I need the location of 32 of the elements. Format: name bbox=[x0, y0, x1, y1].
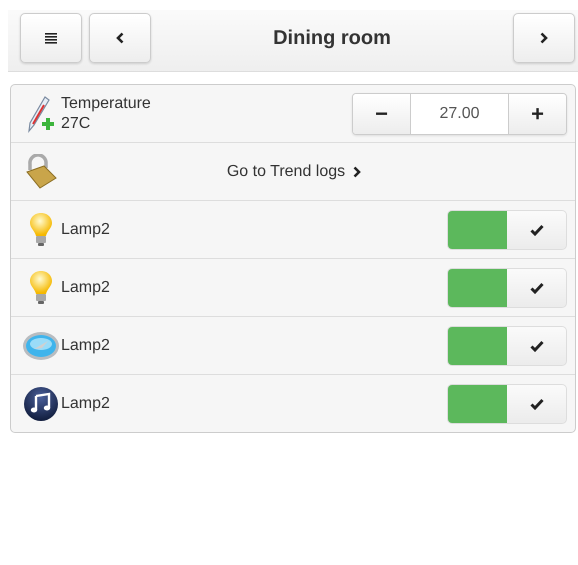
thermometer-icon bbox=[25, 94, 57, 132]
menu-icon bbox=[45, 32, 57, 44]
padlock-icon bbox=[24, 154, 58, 190]
toggle-switch[interactable] bbox=[447, 210, 567, 250]
sensor-label: Temperature bbox=[61, 94, 152, 114]
lightbulb-icon bbox=[29, 212, 53, 248]
chevron-left-icon bbox=[116, 32, 124, 44]
toggle-switch[interactable] bbox=[447, 268, 567, 308]
page-title: Dining room bbox=[272, 26, 392, 50]
checkmark-icon bbox=[530, 282, 544, 294]
trend-logs-link[interactable]: Go to Trend logs bbox=[226, 162, 362, 180]
toggle-switch[interactable] bbox=[447, 326, 567, 366]
device-name: Lamp2 bbox=[61, 278, 111, 296]
sensor-reading: 27C bbox=[61, 114, 92, 134]
toggle-switch[interactable] bbox=[447, 384, 567, 424]
value-input[interactable]: 27.00 bbox=[410, 94, 509, 134]
compass-icon bbox=[22, 330, 60, 360]
back-button[interactable] bbox=[89, 13, 151, 63]
checkmark-icon bbox=[530, 398, 544, 410]
decrement-button[interactable]: − bbox=[353, 94, 410, 134]
music-note-icon bbox=[22, 386, 60, 422]
checkmark-icon bbox=[530, 224, 544, 236]
chevron-right-icon bbox=[540, 32, 548, 44]
device-name: Lamp2 bbox=[61, 220, 111, 238]
device-name: Lamp2 bbox=[61, 394, 111, 412]
forward-button[interactable] bbox=[513, 13, 575, 63]
device-name: Lamp2 bbox=[61, 336, 111, 354]
checkmark-icon bbox=[530, 340, 544, 352]
increment-button[interactable]: + bbox=[509, 94, 566, 134]
lightbulb-icon bbox=[29, 270, 53, 306]
menu-button[interactable] bbox=[20, 13, 82, 63]
chevron-right-icon bbox=[353, 166, 362, 178]
